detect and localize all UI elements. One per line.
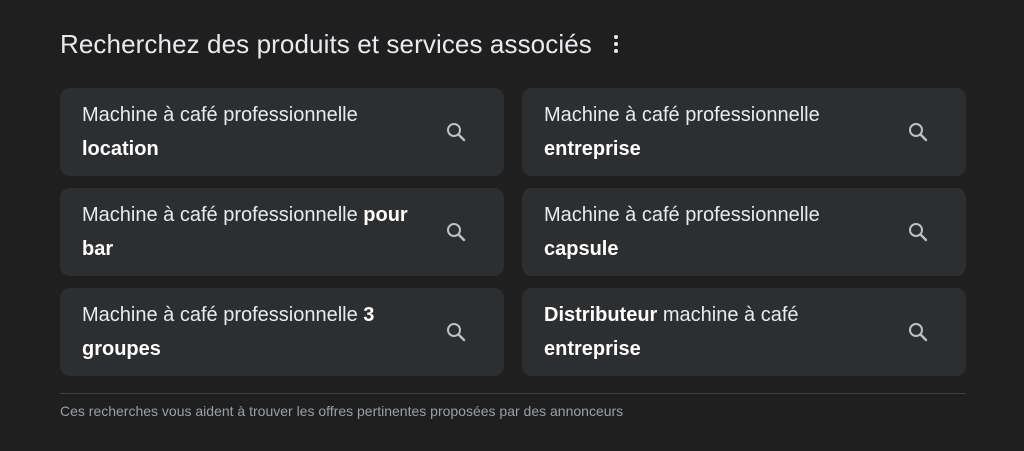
suggestion-text: Machine à café professionnelle capsule: [544, 198, 884, 266]
suggestion-grid: Machine à café professionnelle location …: [60, 88, 966, 376]
search-icon: [909, 323, 928, 342]
more-dot: [613, 49, 618, 53]
more-dot: [613, 42, 618, 46]
panel-title: Recherchez des produits et services asso…: [60, 28, 592, 59]
panel-header: Recherchez des produits et services asso…: [60, 22, 626, 66]
search-icon: [909, 123, 928, 142]
suggestion-chip[interactable]: Machine à café professionnelle capsule: [522, 188, 966, 276]
suggestion-text: Distributeur machine à café entreprise: [544, 298, 884, 366]
suggestion-chip[interactable]: Machine à café professionnelle 3 groupes: [60, 288, 504, 376]
suggestion-text: Machine à café professionnelle location: [82, 98, 422, 166]
suggestion-chip[interactable]: Machine à café professionnelle entrepris…: [522, 88, 966, 176]
related-searches-panel: Recherchez des produits et services asso…: [0, 0, 1024, 451]
search-icon: [447, 223, 466, 242]
suggestion-prefix: Machine à café professionnelle: [82, 304, 364, 326]
more-vert-icon[interactable]: [606, 30, 626, 58]
suggestion-bold: entreprise: [544, 138, 641, 160]
suggestion-chip[interactable]: Distributeur machine à café entreprise: [522, 288, 966, 376]
suggestion-bold: Distributeur: [544, 304, 658, 326]
suggestion-suffix: machine à café: [657, 304, 799, 326]
search-icon: [447, 123, 466, 142]
divider: [60, 393, 966, 394]
search-icon: [447, 323, 466, 342]
suggestion-chip[interactable]: Machine à café professionnelle pour bar: [60, 188, 504, 276]
more-dot: [613, 35, 618, 39]
suggestion-text: Machine à café professionnelle entrepris…: [544, 98, 884, 166]
suggestion-bold: location: [82, 138, 159, 160]
suggestion-text: Machine à café professionnelle pour bar: [82, 198, 422, 266]
suggestion-text: Machine à café professionnelle 3 groupes: [82, 298, 422, 366]
suggestion-prefix: Machine à café professionnelle: [544, 104, 820, 126]
search-icon: [909, 223, 928, 242]
suggestion-prefix: Machine à café professionnelle: [82, 104, 358, 126]
disclaimer-text: Ces recherches vous aident à trouver les…: [60, 403, 624, 419]
suggestion-prefix: Machine à café professionnelle: [82, 204, 364, 226]
suggestion-bold: capsule: [544, 238, 619, 260]
suggestion-prefix: Machine à café professionnelle: [544, 204, 820, 226]
suggestion-bold: entreprise: [544, 338, 641, 360]
suggestion-chip[interactable]: Machine à café professionnelle location: [60, 88, 504, 176]
